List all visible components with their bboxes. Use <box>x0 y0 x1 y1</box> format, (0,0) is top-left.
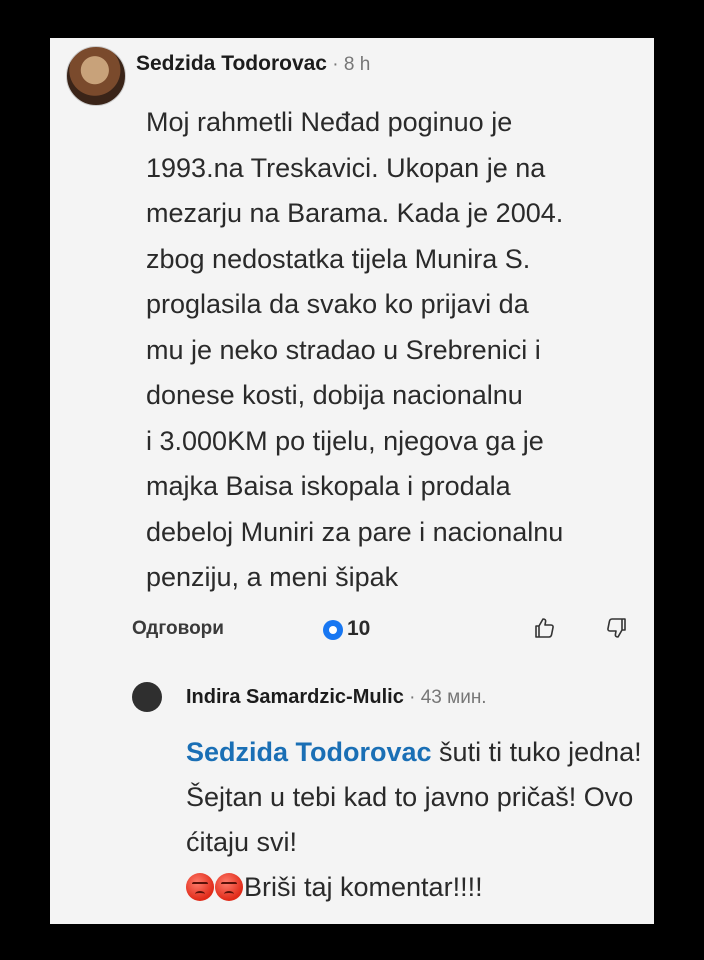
comment-time: · 43 мин. <box>403 687 487 708</box>
comment-author: Sedzida Todorovac · 8 h <box>136 52 370 76</box>
mention-link[interactable]: Sedzida Todorovac <box>186 737 432 767</box>
avatar[interactable] <box>66 46 126 106</box>
reply-button[interactable]: Одговори <box>132 618 224 640</box>
author-name[interactable]: Sedzida Todorovac <box>136 52 327 75</box>
comment-text-part: Briši taj komentar!!!! <box>244 872 483 902</box>
comment-text: Moj rahmetli Neđad poginuo je 1993.na Tr… <box>146 107 564 592</box>
reaction-count[interactable]: 10 <box>347 617 370 641</box>
comment-card: Sedzida Todorovac · 8 h Moj rahmetli Neđ… <box>50 38 654 924</box>
avatar[interactable] <box>132 682 162 712</box>
reaction-icon[interactable] <box>323 620 343 640</box>
like-icon[interactable] <box>532 616 556 640</box>
author-name[interactable]: Indira Samardzic-Mulic <box>186 686 404 708</box>
comment-actions: Одговори 10 <box>50 610 654 650</box>
comment-author: Indira Samardzic-Mulic · 43 мин. <box>186 686 487 709</box>
comment-time: · 8 h <box>326 54 371 75</box>
comment-text: Sedzida Todorovac šuti ti tuko jedna! Še… <box>186 730 646 910</box>
angry-emoji-icon <box>215 873 243 901</box>
angry-emoji-icon <box>186 873 214 901</box>
dislike-icon[interactable] <box>605 616 629 640</box>
